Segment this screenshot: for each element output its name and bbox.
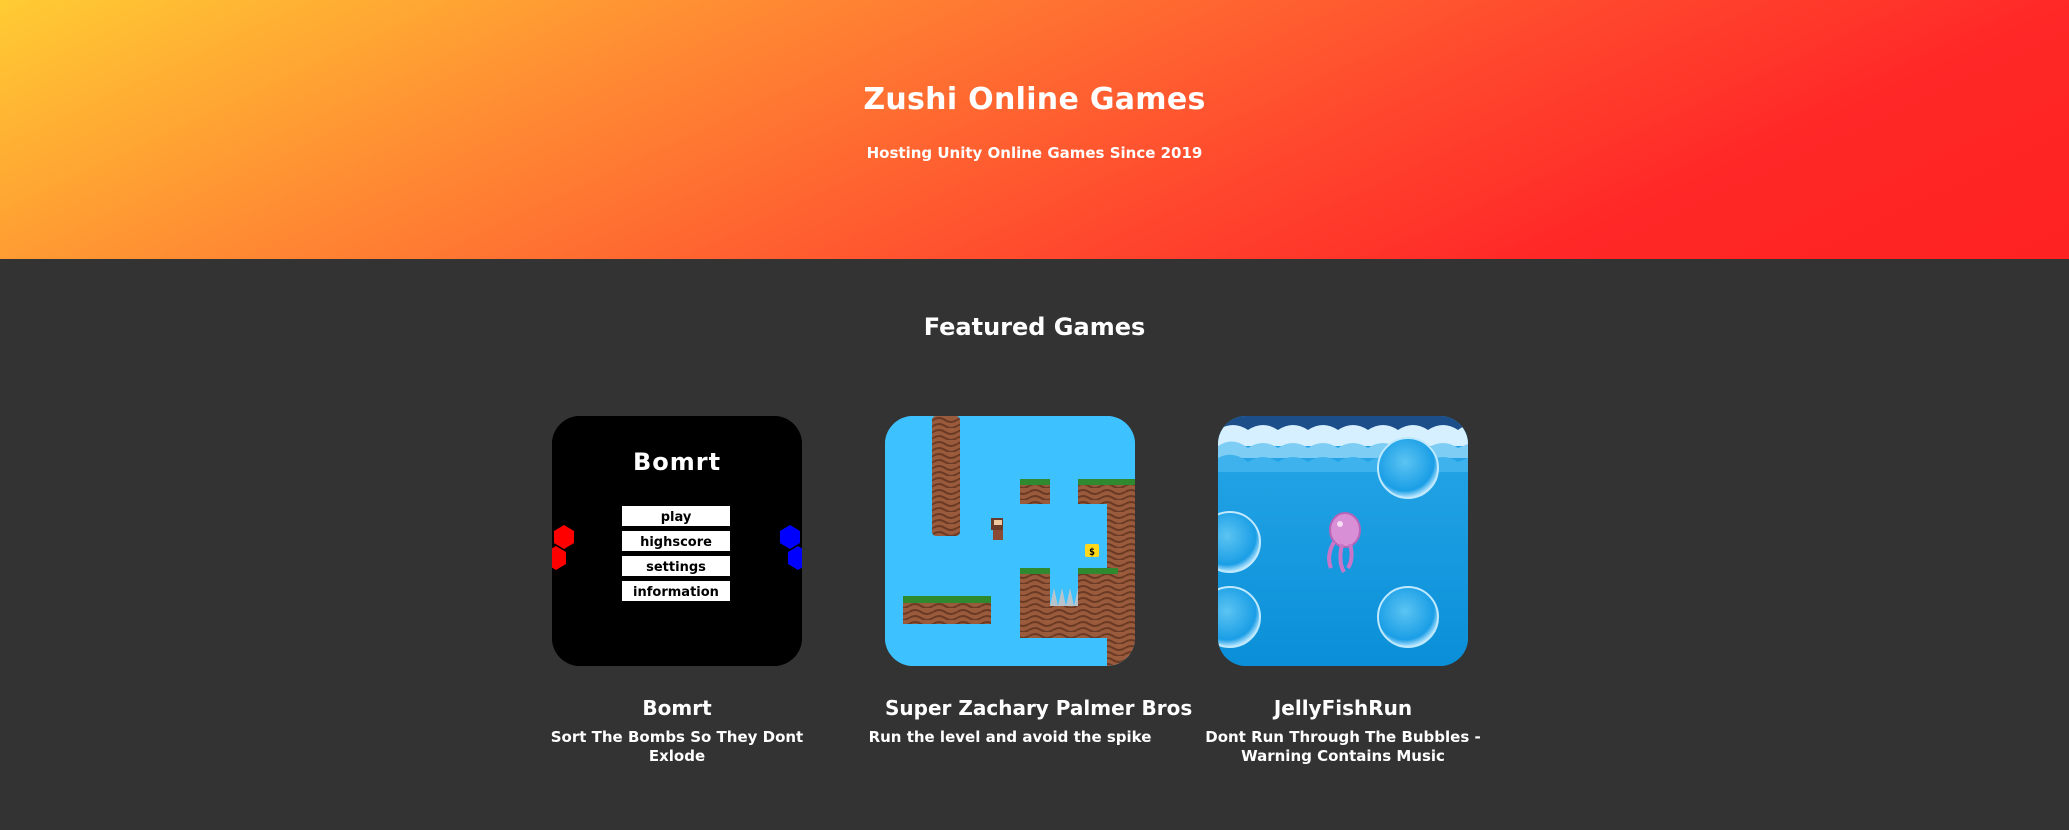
game-description: Run the level and avoid the spike xyxy=(868,728,1152,746)
svg-text:$: $ xyxy=(1089,547,1095,558)
site-title: Zushi Online Games xyxy=(863,82,1206,117)
game-thumbnail-jellyfishrun[interactable] xyxy=(1218,416,1468,666)
bubble-hazard xyxy=(1377,437,1439,499)
svg-text:play: play xyxy=(661,510,692,525)
svg-text:settings: settings xyxy=(646,560,706,575)
game-card-jellyfishrun[interactable]: JellyFishRun Dont Run Through The Bubble… xyxy=(1205,416,1481,766)
featured-games-heading: Featured Games xyxy=(923,313,1146,341)
svg-text:highscore: highscore xyxy=(640,535,712,550)
game-description: Sort The Bombs So They Dont Exlode xyxy=(550,728,804,765)
jellyfish-screenshot xyxy=(1218,416,1468,666)
game-title[interactable]: Bomrt xyxy=(552,696,802,720)
dirt-floor xyxy=(1020,606,1118,638)
dirt-column xyxy=(932,416,960,536)
hero-banner: Zushi Online Games Hosting Unity Online … xyxy=(0,0,2069,259)
game-description: Dont Run Through The Bubbles - Warning C… xyxy=(1205,728,1481,765)
bubble-hazard xyxy=(1377,586,1439,648)
game-thumbnail-bomrt[interactable]: Bomrt play highscore settings informatio… xyxy=(552,416,802,666)
bomrt-screenshot: Bomrt play highscore settings informatio… xyxy=(552,416,802,666)
game-title[interactable]: JellyFishRun xyxy=(1218,696,1468,720)
game-thumbnail-super-zachary-palmer-bros[interactable]: $ xyxy=(885,416,1135,666)
game-card-super-zachary-palmer-bros[interactable]: $ Super Zachary Palmer Bros Run the leve… xyxy=(869,416,1192,747)
game-card-bomrt[interactable]: Bomrt play highscore settings informatio… xyxy=(551,416,803,766)
platformer-screenshot: $ xyxy=(885,416,1135,666)
game-title[interactable]: Super Zachary Palmer Bros xyxy=(885,696,1192,720)
svg-text:information: information xyxy=(633,585,719,600)
bomrt-logo-text: Bomrt xyxy=(633,448,721,476)
site-subtitle: Hosting Unity Online Games Since 2019 xyxy=(866,144,1203,162)
